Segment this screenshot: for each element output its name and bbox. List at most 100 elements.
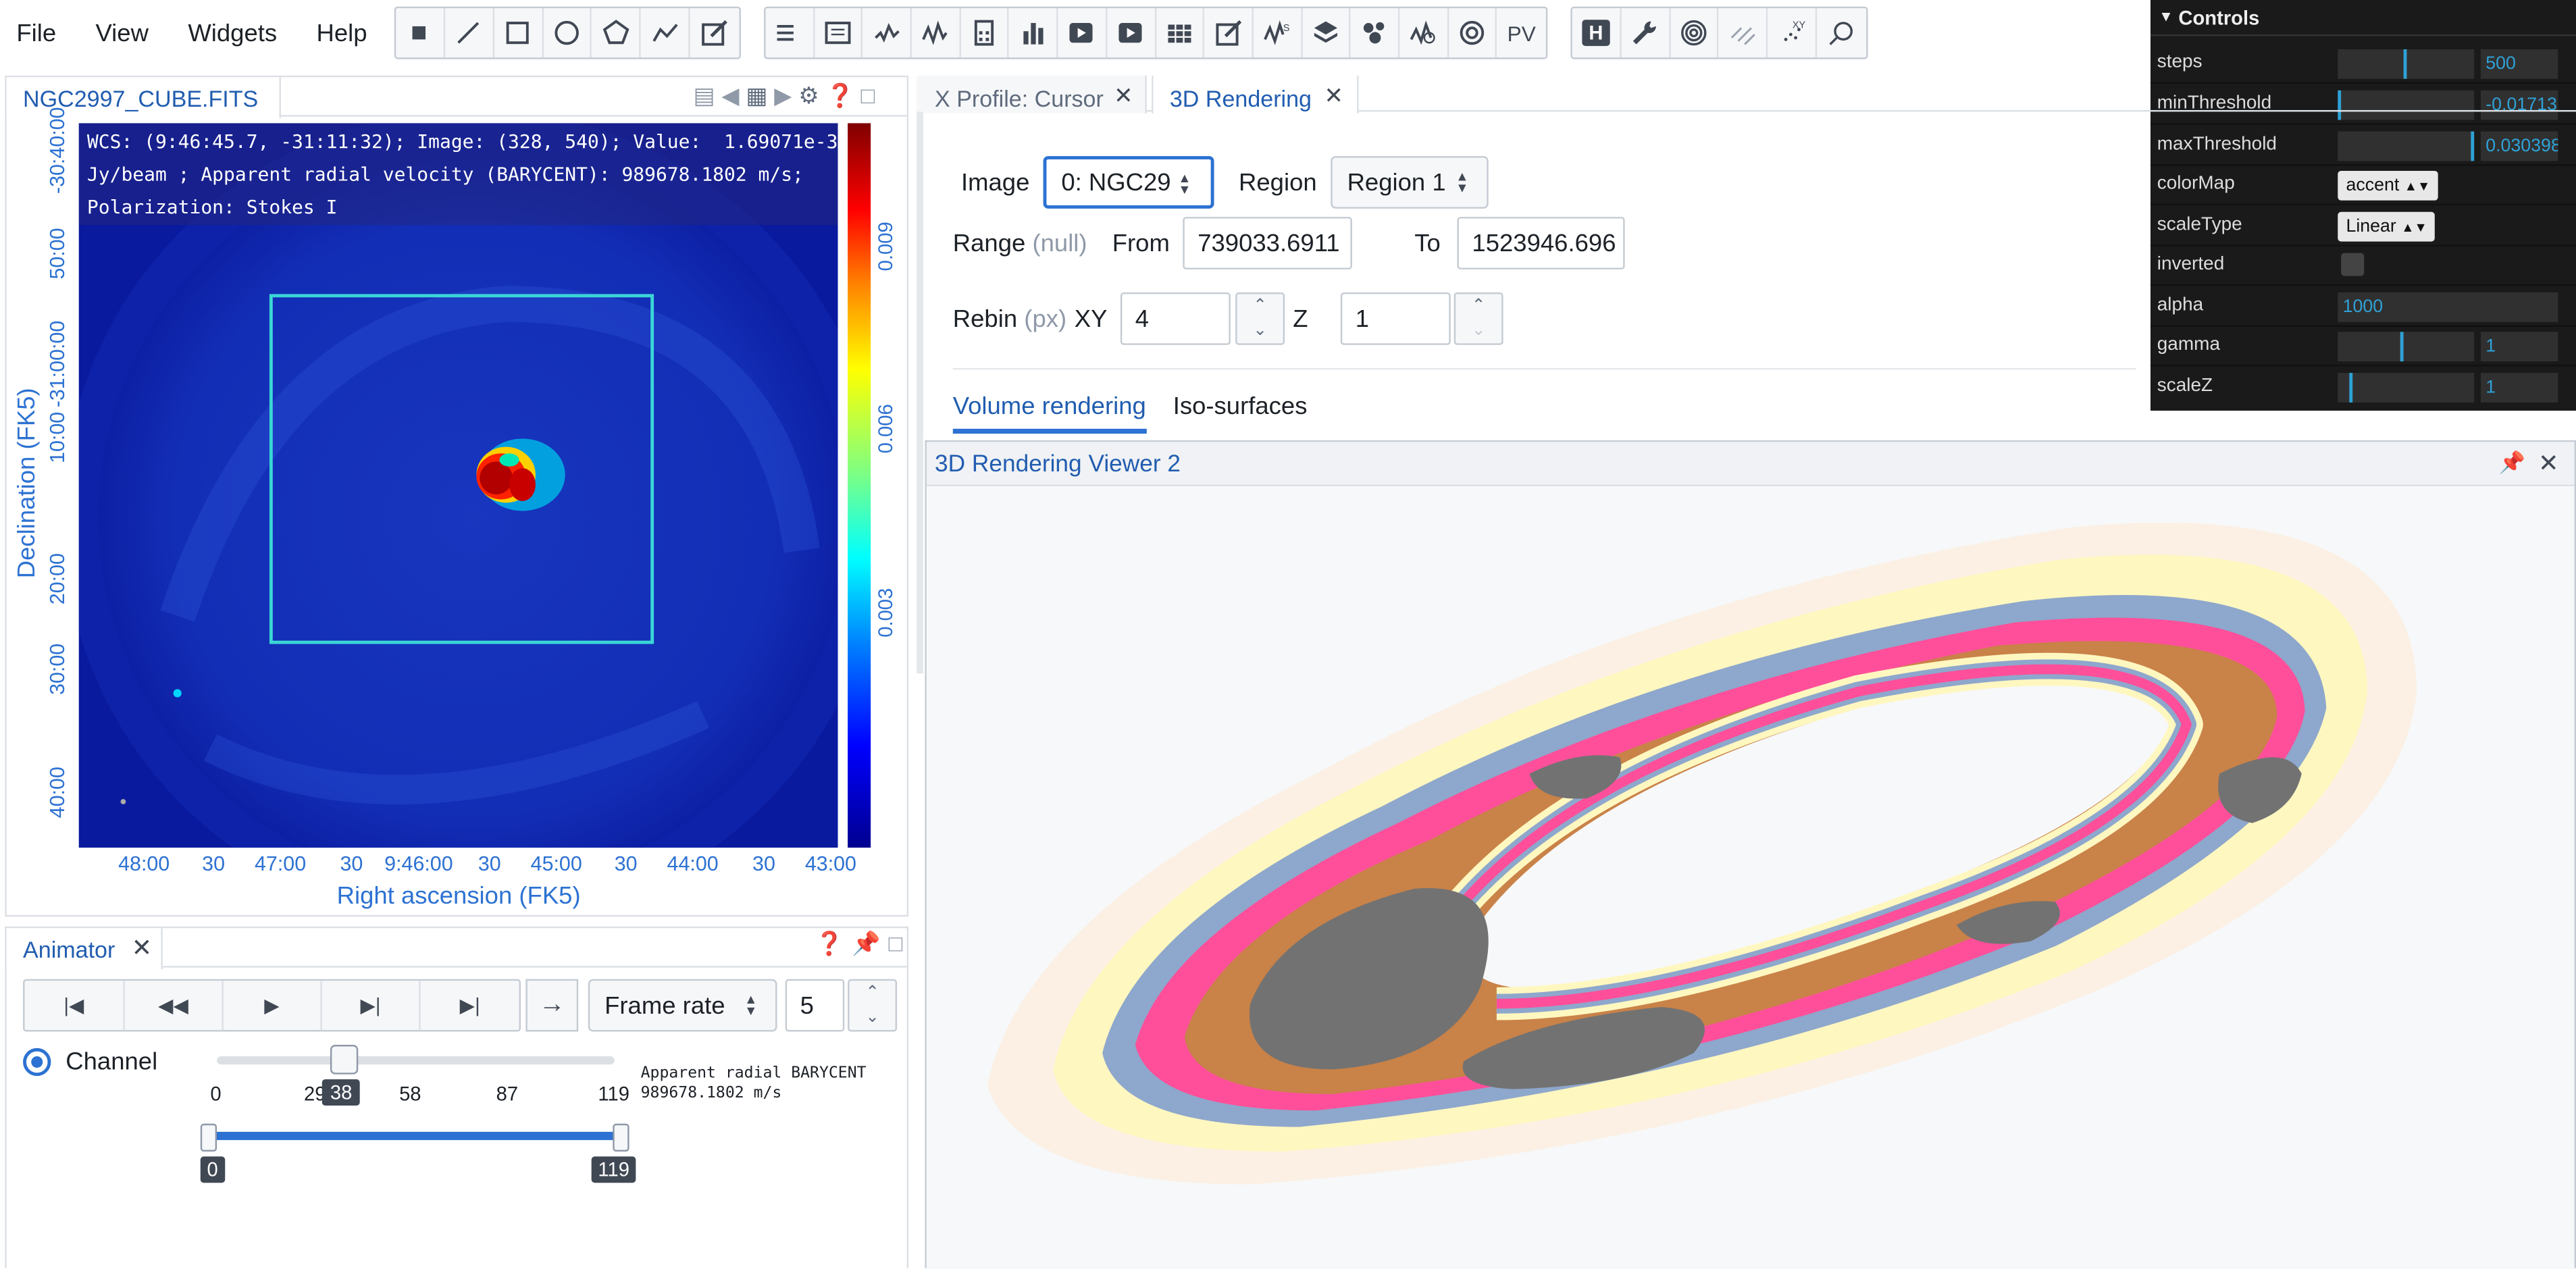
chevron-down-icon[interactable]: ⌄ <box>1456 319 1501 343</box>
frame-rate-select[interactable]: Frame rate ▲ ▼ <box>588 979 777 1032</box>
play-mode-arrow-icon[interactable]: → <box>525 979 579 1032</box>
image-list-icon[interactable] <box>1156 8 1205 58</box>
steps-input[interactable]: 500 <box>2480 49 2558 79</box>
colormap-select[interactable]: accent ▲▼ <box>2338 170 2439 201</box>
range-to-input[interactable]: 1523946.696 <box>1457 217 1625 269</box>
statistics-icon[interactable] <box>960 8 1010 58</box>
scaletype-select[interactable]: Linear ▲▼ <box>2338 211 2436 242</box>
pin-icon[interactable]: 📌 <box>2499 450 2525 476</box>
menu-file[interactable]: File <box>16 19 56 47</box>
panel-divider[interactable] <box>917 111 924 674</box>
close-icon[interactable]: ✕ <box>1114 82 1133 110</box>
channel-map-icon[interactable] <box>1719 8 1769 58</box>
rebin-z-stepper[interactable]: ⌃ ⌄ <box>1453 292 1503 345</box>
wrench-icon[interactable] <box>1621 8 1670 58</box>
gamma-slider-handle[interactable] <box>2400 332 2404 362</box>
first-frame-icon[interactable]: |◀ <box>24 981 125 1031</box>
layer-icon[interactable] <box>1302 8 1351 58</box>
gamma-slider[interactable] <box>2338 332 2475 362</box>
close-icon[interactable]: ✕ <box>2538 448 2559 477</box>
annotation-icon[interactable] <box>690 8 740 57</box>
range-min-handle[interactable] <box>200 1123 217 1152</box>
line-icon[interactable] <box>445 8 494 58</box>
spectral-line-icon[interactable] <box>1399 8 1449 58</box>
render-config-icon[interactable] <box>1107 8 1156 58</box>
moment-icon[interactable]: XY <box>1768 8 1818 58</box>
menu-view[interactable]: View <box>95 19 148 47</box>
tab-iso-surfaces[interactable]: Iso-surfaces <box>1173 392 1308 420</box>
rebin-xy-input[interactable]: 4 <box>1120 292 1231 345</box>
polygon-icon[interactable] <box>592 8 642 58</box>
chevron-up-icon[interactable]: ⌃ <box>1237 294 1283 318</box>
animator-tab[interactable]: Animator ✕ <box>6 928 163 970</box>
channel-radio[interactable] <box>23 1047 51 1077</box>
tab-x-profile[interactable]: X Profile: Cursor ✕ <box>917 75 1147 113</box>
help-icon[interactable]: ❓ <box>815 930 843 958</box>
stokes-icon[interactable]: S <box>1254 8 1302 58</box>
scalez-input[interactable]: 1 <box>2480 373 2558 403</box>
grid-icon[interactable]: ▦ <box>746 82 767 110</box>
close-icon[interactable]: ✕ <box>1324 82 1344 110</box>
tile-icon[interactable]: ▤ <box>693 82 715 110</box>
region-list-icon[interactable] <box>765 8 815 58</box>
spatial-profiler-icon[interactable] <box>863 8 912 58</box>
pv-icon[interactable]: PV <box>1497 8 1546 57</box>
scalez-slider[interactable] <box>2338 373 2475 403</box>
controls-header[interactable]: ▼ Controls <box>2150 0 2576 36</box>
polyline-icon[interactable] <box>641 8 690 58</box>
menu-widgets[interactable]: Widgets <box>188 19 277 47</box>
steps-slider-handle[interactable] <box>2403 49 2407 79</box>
channel-slider-track[interactable] <box>217 1056 615 1065</box>
steps-slider[interactable] <box>2338 49 2475 79</box>
tab-3d-rendering[interactable]: 3D Rendering ✕ <box>1152 75 1359 113</box>
range-max-handle[interactable] <box>613 1123 629 1152</box>
histogram-icon[interactable] <box>1010 8 1058 58</box>
tab-volume-rendering[interactable]: Volume rendering <box>952 392 1146 434</box>
menu-help[interactable]: Help <box>317 19 367 47</box>
online-catalog-icon[interactable] <box>1448 8 1497 58</box>
fitting-icon[interactable] <box>1670 8 1720 58</box>
gamma-input[interactable]: 1 <box>2480 332 2558 362</box>
point-icon[interactable] <box>396 8 445 58</box>
chevron-up-icon[interactable]: ⌃ <box>850 981 896 1005</box>
channel-range-track[interactable] <box>208 1131 623 1141</box>
close-icon[interactable]: ✕ <box>132 933 153 962</box>
previous-frame-icon[interactable]: ◀◀ <box>125 981 224 1031</box>
play-icon[interactable]: ▶ <box>224 981 322 1031</box>
channel-slider-handle[interactable] <box>330 1045 359 1074</box>
vector-field-icon[interactable] <box>1818 8 1867 57</box>
image-canvas[interactable]: WCS: (9:46:45.7, -31:11:32); Image: (328… <box>78 123 838 848</box>
rebin-xy-stepper[interactable]: ⌃ ⌄ <box>1235 292 1285 345</box>
frame-rate-input[interactable]: 5 <box>785 979 845 1032</box>
spectral-profiler-icon[interactable] <box>912 8 961 58</box>
ellipse-icon[interactable] <box>543 8 592 58</box>
catalog-icon[interactable] <box>1204 8 1254 58</box>
chevron-down-icon[interactable]: ⌄ <box>850 1006 896 1030</box>
animator-icon[interactable] <box>1058 8 1107 58</box>
cursor-info-icon[interactable] <box>1351 8 1400 58</box>
gear-icon[interactable]: ⚙ <box>798 82 819 110</box>
rectangle-icon[interactable] <box>494 8 544 58</box>
scalez-slider-handle[interactable] <box>2349 373 2353 403</box>
3d-render-canvas[interactable] <box>926 486 2575 1269</box>
last-frame-icon[interactable]: ▶| <box>421 981 519 1030</box>
rebin-z-input[interactable]: 1 <box>1340 292 1451 345</box>
chevron-up-icon[interactable]: ⌃ <box>1456 294 1501 318</box>
max-threshold-slider-handle[interactable] <box>2471 131 2475 161</box>
max-threshold-slider[interactable] <box>2338 131 2475 161</box>
pin-icon[interactable]: 📌 <box>852 930 880 958</box>
region-select[interactable]: Region 1 ▲ ▼ <box>1331 156 1489 209</box>
image-select[interactable]: 0: NGC29 ▲ ▼ <box>1043 156 1214 209</box>
rectangle-region[interactable] <box>269 294 654 644</box>
help-icon[interactable]: ❓ <box>826 82 854 110</box>
last-image-icon[interactable]: ▶ <box>774 82 792 110</box>
next-frame-icon[interactable]: ▶| <box>322 981 421 1031</box>
first-image-icon[interactable]: ◀ <box>721 82 739 110</box>
maximize-icon[interactable]: □ <box>861 82 875 110</box>
max-threshold-input[interactable]: 0.030398 <box>2480 131 2558 161</box>
alpha-input[interactable]: 1000 <box>2338 292 2558 322</box>
hdu-icon[interactable]: H <box>1572 8 1622 58</box>
range-from-input[interactable]: 739033.6911 <box>1183 217 1352 269</box>
frame-rate-stepper[interactable]: ⌃ ⌄ <box>848 979 898 1032</box>
file-header-icon[interactable] <box>815 8 863 58</box>
